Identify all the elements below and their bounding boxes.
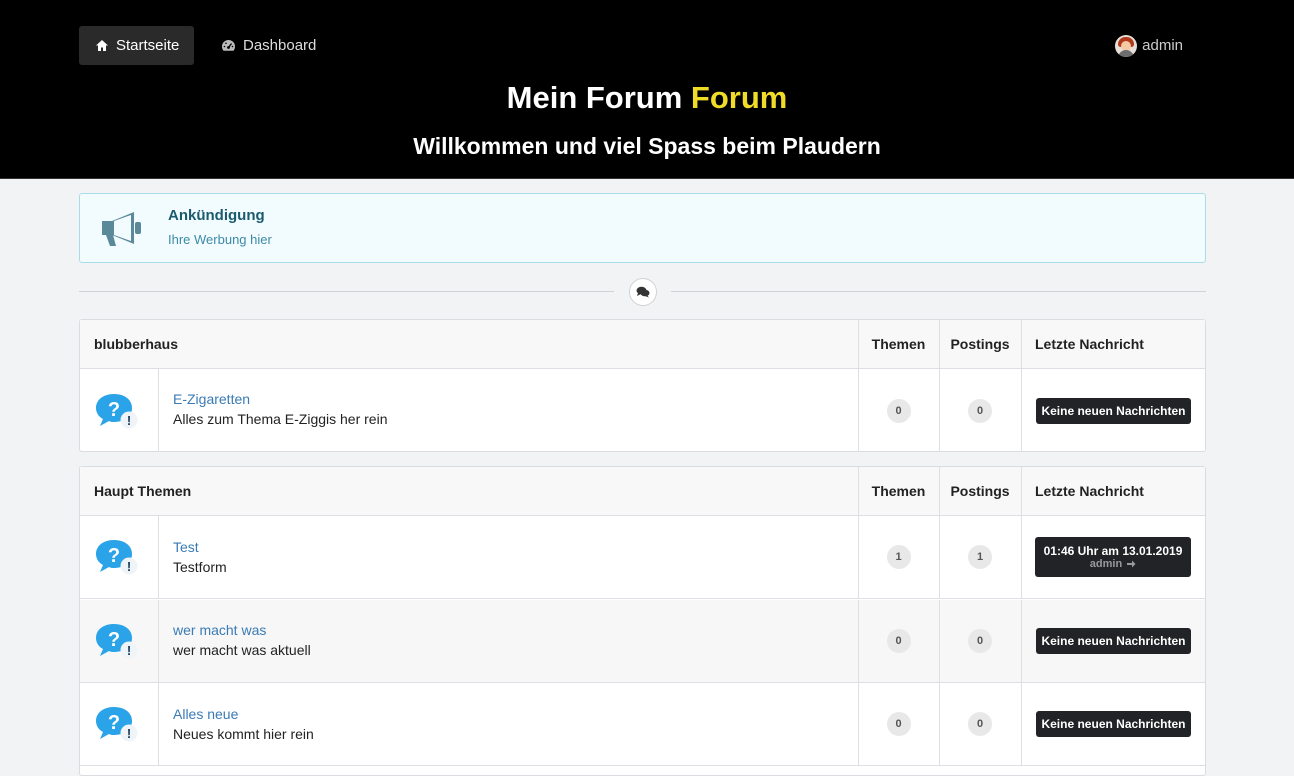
forum-description: wer macht was aktuell <box>173 642 311 658</box>
forum-category-haupt-themen: Haupt Themen Themen Postings Letzte Nach… <box>79 466 1206 776</box>
forum-question-icon: ?! <box>94 600 142 682</box>
user-avatar <box>1115 34 1138 57</box>
forum-title-link[interactable]: Test <box>173 539 199 555</box>
site-title-accent: Forum <box>690 80 788 115</box>
forum-row: ?! wer macht was wer macht was aktuell 0… <box>80 600 1205 683</box>
topics-count: 0 <box>886 398 911 423</box>
announcement-title: Ankündigung <box>168 207 265 224</box>
forum-description: Alles zum Thema E-Ziggis her rein <box>173 411 388 427</box>
svg-text:!: ! <box>127 559 131 574</box>
svg-text:?: ? <box>108 545 120 567</box>
divider-line-right <box>671 291 1206 292</box>
col-topics: Themen <box>871 336 926 352</box>
forum-description: Neues kommt hier rein <box>173 726 314 742</box>
col-posts: Postings <box>950 483 1010 499</box>
topics-count: 0 <box>886 629 911 653</box>
home-icon <box>95 39 109 52</box>
nav-home-label: Startseite <box>116 37 180 54</box>
announcement-text[interactable]: Ihre Werbung hier <box>168 232 272 247</box>
site-subtitle: Willkommen und viel Spass beim Plaudern <box>413 133 881 159</box>
forum-question-icon: ?! <box>94 369 142 452</box>
category-name: Haupt Themen <box>94 483 192 499</box>
forum-row: ?! Alles neue Neues kommt hier rein 0 0 … <box>80 683 1205 766</box>
forum-category-blubberhaus: blubberhaus Themen Postings Letzte Nachr… <box>79 319 1206 452</box>
last-message-time: 01:46 Uhr am 13.01.2019 <box>1043 544 1183 558</box>
svg-text:!: ! <box>127 643 131 658</box>
last-message-button[interactable]: Keine neuen Nachrichten <box>1036 397 1191 424</box>
divider-line-left <box>79 291 614 292</box>
posts-count: 0 <box>968 398 992 423</box>
user-name: admin <box>1142 37 1183 54</box>
last-message-button[interactable]: Keine neuen Nachrichten <box>1036 628 1191 654</box>
last-message-box[interactable]: 01:46 Uhr am 13.01.2019 admin <box>1035 537 1191 577</box>
nav-home-button[interactable]: Startseite <box>79 26 194 65</box>
category-header: blubberhaus Themen Postings Letzte Nachr… <box>80 320 1205 369</box>
arrow-right-icon[interactable] <box>1126 559 1136 569</box>
top-nav: Startseite Dashboard admin <box>79 26 1215 65</box>
topics-count: 0 <box>886 712 911 736</box>
posts-count: 1 <box>968 545 992 569</box>
svg-text:?: ? <box>108 712 120 734</box>
dashboard-icon <box>221 39 236 52</box>
forum-title-link[interactable]: E-Zigaretten <box>173 391 250 407</box>
forum-row: ?! E-Zigaretten Alles zum Thema E-Ziggis… <box>80 369 1205 452</box>
announcement-box: Ankündigung Ihre Werbung hier <box>79 193 1206 263</box>
megaphone-icon <box>98 208 144 251</box>
category-header: Haupt Themen Themen Postings Letzte Nach… <box>80 467 1205 516</box>
topics-count: 1 <box>886 545 911 569</box>
forum-question-icon: ?! <box>94 683 142 765</box>
site-title-main: Mein Forum <box>506 80 691 115</box>
site-title: Mein Forum Forum <box>0 80 1294 116</box>
last-message-button[interactable]: Keine neuen Nachrichten <box>1036 711 1191 737</box>
svg-text:?: ? <box>108 399 120 421</box>
forum-row: ?! Test Testform 1 1 01:46 Uhr am 13.01.… <box>80 516 1205 599</box>
nav-dashboard-label: Dashboard <box>243 37 317 54</box>
col-last-message: Letzte Nachricht <box>1035 483 1144 499</box>
forum-description: Testform <box>173 559 227 575</box>
nav-dashboard-button[interactable]: Dashboard <box>205 26 332 65</box>
col-posts: Postings <box>950 336 1010 352</box>
forum-question-icon: ?! <box>94 516 142 598</box>
posts-count: 0 <box>968 629 992 653</box>
category-name: blubberhaus <box>94 336 179 352</box>
comments-icon <box>629 278 657 306</box>
posts-count: 0 <box>968 712 992 736</box>
last-message-user[interactable]: admin <box>1090 558 1122 570</box>
forum-title-link[interactable]: wer macht was <box>173 622 266 638</box>
col-topics: Themen <box>871 483 926 499</box>
forum-title-link[interactable]: Alles neue <box>173 706 238 722</box>
svg-text:!: ! <box>127 413 131 428</box>
site-header: Startseite Dashboard admin Mein Forum Fo… <box>0 0 1294 179</box>
col-last-message: Letzte Nachricht <box>1035 336 1144 352</box>
svg-text:!: ! <box>127 726 131 741</box>
user-menu[interactable]: admin <box>1115 26 1215 65</box>
svg-text:?: ? <box>108 629 120 651</box>
